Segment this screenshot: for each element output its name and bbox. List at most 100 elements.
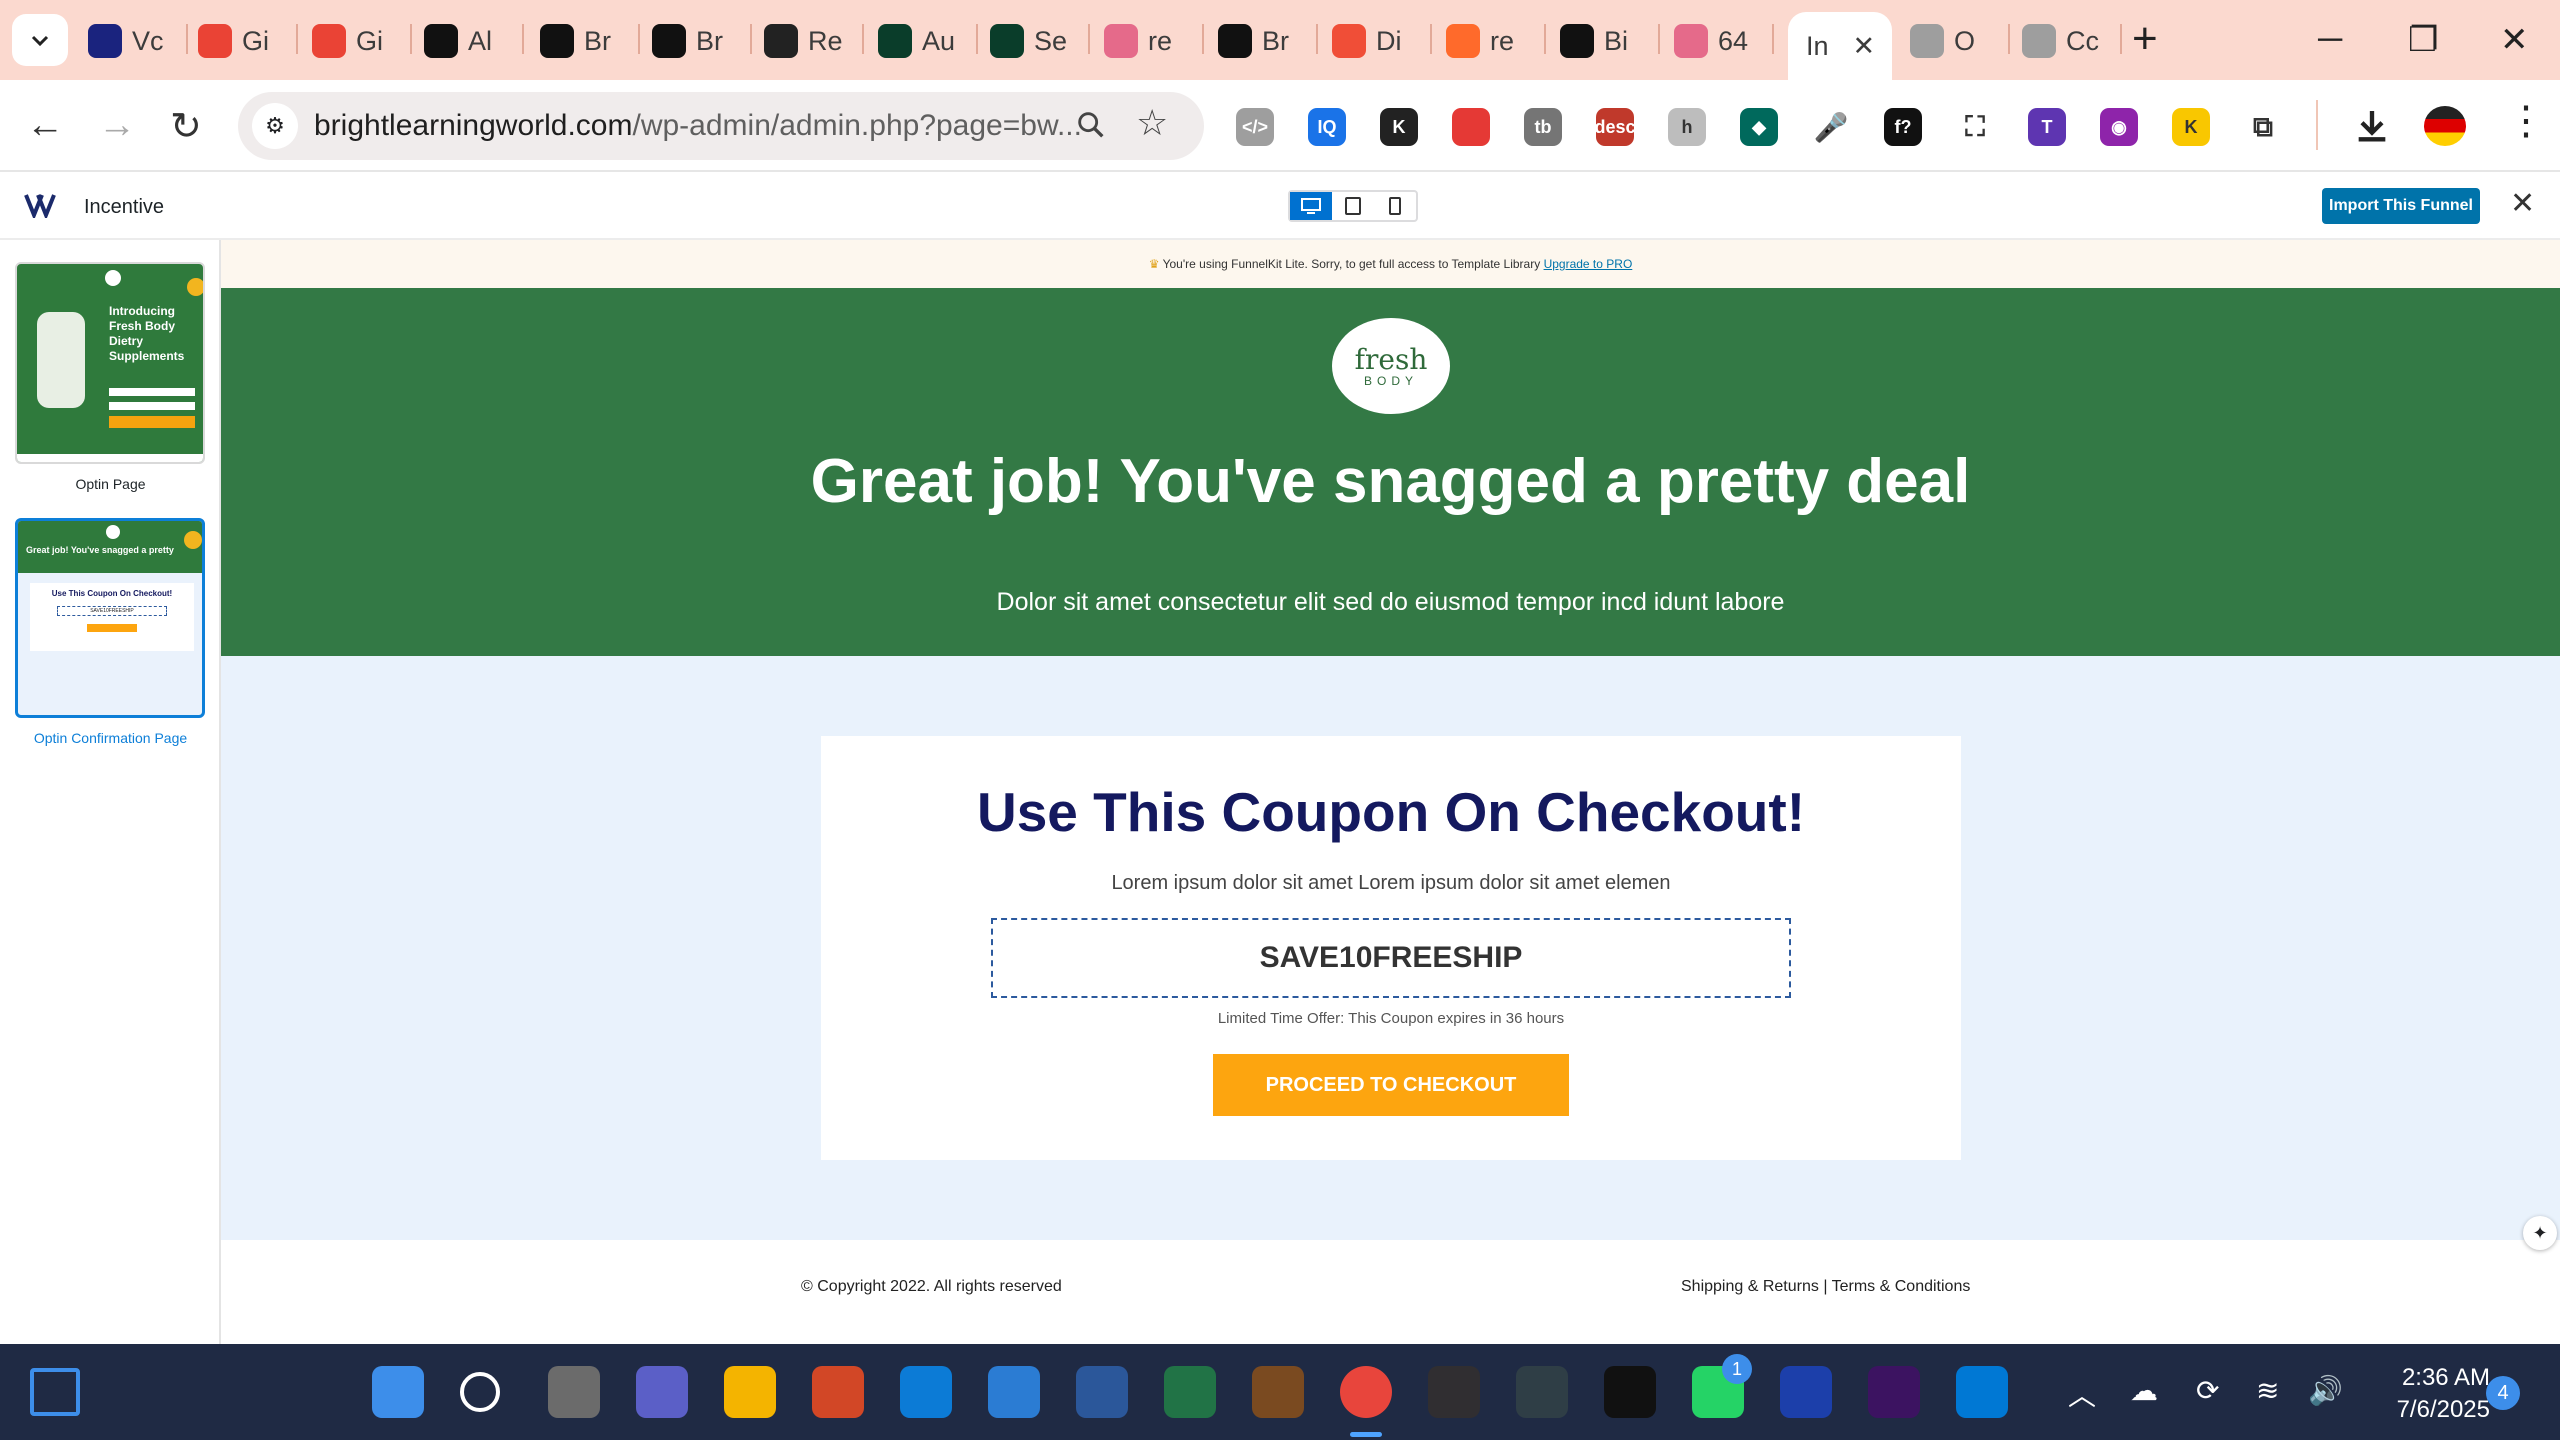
url-text[interactable]: brightlearningworld.com/wp-admin/admin.p… — [314, 109, 1082, 143]
heart-icon — [1104, 24, 1138, 58]
browser-tab[interactable]: Br — [1218, 18, 1318, 64]
browser-tab[interactable]: Vc — [88, 18, 188, 64]
puzzle-ext-icon[interactable]: ⧉ — [2244, 108, 2282, 146]
reload-icon[interactable]: ↻ — [170, 104, 202, 149]
t-ext-icon[interactable]: T — [2028, 108, 2066, 146]
browser-tab[interactable]: Gi — [312, 18, 412, 64]
notification-badge[interactable]: 4 — [2486, 1376, 2520, 1410]
premiere-icon[interactable] — [1868, 1366, 1920, 1418]
f-ext-icon[interactable]: f? — [1884, 108, 1922, 146]
grid-ext-icon[interactable] — [1452, 108, 1490, 146]
desc-ext-icon[interactable]: desc — [1594, 108, 1636, 146]
vpn-icon[interactable] — [1780, 1366, 1832, 1418]
optin-confirmation-label[interactable]: Optin Confirmation Page — [0, 730, 221, 746]
start-icon[interactable] — [372, 1366, 424, 1418]
back-icon[interactable]: ← — [26, 104, 64, 147]
coupon-subtitle: Lorem ipsum dolor sit amet Lorem ipsum d… — [1111, 872, 1671, 894]
mic-ext-icon[interactable]: 🎤 — [1812, 108, 1850, 146]
chrome-icon[interactable] — [1340, 1366, 1392, 1418]
iq-ext-icon[interactable]: IQ — [1308, 108, 1346, 146]
window-close-icon[interactable]: ✕ — [2500, 20, 2529, 60]
browser-tab[interactable]: Se — [990, 18, 1090, 64]
upgrade-link[interactable]: Upgrade to PRO — [1544, 257, 1633, 271]
desktop-view-button[interactable] — [1290, 192, 1332, 220]
search-icon[interactable] — [460, 1372, 500, 1412]
new-tab-icon[interactable]: + — [2132, 14, 2158, 64]
h-ext-icon[interactable]: h — [1668, 108, 1706, 146]
tray-overflow-icon[interactable]: ︿ — [2068, 1374, 2096, 1414]
optin-page-label[interactable]: Optin Page — [0, 476, 221, 492]
fruit-app-icon[interactable] — [1252, 1366, 1304, 1418]
browser-tab[interactable]: 64 — [1674, 18, 1774, 64]
sparkle-assistant-icon[interactable]: ✦ — [2523, 1216, 2557, 1250]
edge-icon[interactable] — [900, 1366, 952, 1418]
filmora-icon[interactable] — [1516, 1366, 1568, 1418]
browser-tab[interactable]: Al — [424, 18, 524, 64]
browser-tab[interactable]: re — [1104, 18, 1204, 64]
code-ext-icon[interactable]: </> — [1236, 108, 1274, 146]
tablet-view-button[interactable] — [1332, 192, 1374, 220]
optin-confirmation-thumbnail[interactable]: Great job! You've snagged a pretty Use T… — [15, 518, 205, 718]
vscode-icon[interactable] — [1956, 1366, 2008, 1418]
k2-ext-icon[interactable]: K — [2172, 108, 2210, 146]
optin-page-thumbnail[interactable]: Introducing Fresh Body Dietry Supplement… — [15, 262, 205, 464]
powerpoint-icon[interactable] — [812, 1366, 864, 1418]
browser-tab[interactable]: Cc — [2022, 18, 2122, 64]
zoom-icon[interactable] — [1074, 108, 1108, 142]
site-info-icon[interactable]: ⚙ — [252, 103, 298, 149]
address-bar[interactable]: ⚙ brightlearningworld.com/wp-admin/admin… — [238, 92, 1204, 160]
terms-link[interactable]: Terms & Conditions — [1832, 1278, 1971, 1295]
browser-tab[interactable]: Br — [652, 18, 752, 64]
eye-ext-icon[interactable]: ◉ — [2100, 108, 2138, 146]
shipping-returns-link[interactable]: Shipping & Returns — [1681, 1278, 1819, 1295]
browser-tab[interactable]: Gi — [198, 18, 298, 64]
proceed-to-checkout-button[interactable]: PROCEED TO CHECKOUT — [1213, 1054, 1569, 1116]
onedrive-icon[interactable]: ☁ — [2130, 1374, 2158, 1407]
sync-icon[interactable]: ⟳ — [2196, 1374, 2219, 1407]
tb-ext-icon[interactable]: tb — [1524, 108, 1562, 146]
word-icon[interactable] — [1076, 1366, 1128, 1418]
browser-tab[interactable]: re — [1446, 18, 1546, 64]
volume-icon[interactable]: 🔊 — [2308, 1374, 2343, 1407]
tab-search-button[interactable] — [12, 14, 68, 66]
wifi-icon[interactable]: ≋ — [2256, 1374, 2279, 1407]
windows-taskbar: 1 ︿ ☁ ⟳ ≋ 🔊 2:36 AM 7/6/2025 4 — [0, 1344, 2560, 1440]
tab-separator — [1088, 24, 1090, 54]
k-ext-icon[interactable]: K — [1380, 108, 1418, 146]
restore-icon[interactable]: ❐ — [2408, 20, 2438, 60]
coupon-code-box[interactable]: SAVE10FREESHIP — [991, 918, 1791, 998]
browser-tab[interactable]: Di — [1332, 18, 1432, 64]
forward-icon[interactable]: → — [98, 104, 136, 147]
thumb-button — [109, 416, 195, 428]
capcut-icon[interactable] — [1604, 1366, 1656, 1418]
browser-tab[interactable]: Au — [878, 18, 978, 64]
meet-icon[interactable] — [636, 1366, 688, 1418]
task-view-icon[interactable] — [548, 1366, 600, 1418]
tab-label: Al — [468, 25, 493, 56]
browser-tab[interactable]: Br — [540, 18, 640, 64]
obs-icon[interactable] — [1428, 1366, 1480, 1418]
excel-icon[interactable] — [1164, 1366, 1216, 1418]
menu-kebab-icon[interactable]: ⋮ — [2506, 98, 2546, 144]
zapier-icon — [1446, 24, 1480, 58]
bookmark-star-icon[interactable]: ☆ — [1136, 102, 1168, 144]
browser-tab[interactable]: Bi — [1560, 18, 1660, 64]
mobile-view-button[interactable] — [1374, 192, 1416, 220]
close-builder-icon[interactable]: ✕ — [2510, 186, 2535, 221]
expand-ext-icon[interactable]: ⛶ — [1956, 108, 1994, 146]
profile-avatar[interactable] — [2424, 106, 2466, 146]
import-funnel-button[interactable]: Import This Funnel — [2322, 188, 2480, 224]
tab-separator — [1316, 24, 1318, 54]
download-icon[interactable] — [2352, 106, 2392, 146]
diamond-ext-icon[interactable]: ◆ — [1740, 108, 1778, 146]
file-explorer-icon[interactable] — [724, 1366, 776, 1418]
system-clock[interactable]: 2:36 AM 7/6/2025 — [2360, 1362, 2490, 1426]
funnel-title: Incentive — [84, 196, 165, 218]
browser-tab[interactable]: O — [1910, 18, 2010, 64]
close-tab-icon[interactable]: ✕ — [1853, 31, 1876, 62]
store-icon[interactable] — [988, 1366, 1040, 1418]
widgets-icon[interactable] — [30, 1368, 80, 1416]
browser-tab[interactable]: In ✕ — [1788, 12, 1892, 80]
minimize-icon[interactable]: ─ — [2318, 20, 2342, 59]
browser-tab[interactable]: Re — [764, 18, 864, 64]
